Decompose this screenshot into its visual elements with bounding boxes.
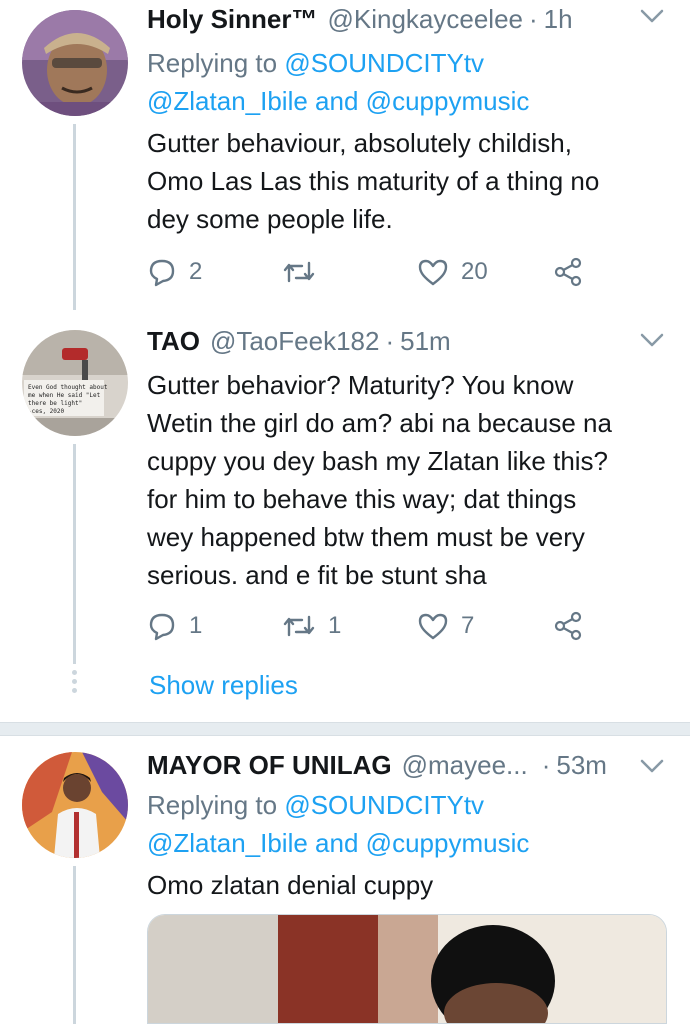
share-button[interactable] xyxy=(552,606,584,646)
chevron-down-icon[interactable] xyxy=(640,332,664,348)
avatar-quote-line-1: Even God thought about xyxy=(28,384,108,391)
thread-separator xyxy=(0,722,690,736)
timestamp[interactable]: 51m xyxy=(400,326,451,357)
share-icon xyxy=(554,257,582,287)
tweet-actions: 1 1 7 xyxy=(147,606,647,646)
thread-line xyxy=(73,444,76,664)
tweet-header: Holy Sinner™ @Kingkayceelee · 1h xyxy=(147,4,630,44)
tweet-2[interactable]: Even God thought about me when He said "… xyxy=(0,310,690,720)
tweet-1[interactable]: Holy Sinner™ @Kingkayceelee · 1h Replyin… xyxy=(0,0,690,310)
tweet-actions: 2 20 xyxy=(147,252,647,292)
mention-zlatan[interactable]: @Zlatan_Ibile xyxy=(147,828,308,858)
display-name[interactable]: Holy Sinner™ xyxy=(147,4,317,35)
retweet-button[interactable] xyxy=(282,252,328,292)
avatar-holy-sinner[interactable] xyxy=(22,10,128,116)
share-icon xyxy=(554,611,582,641)
handle[interactable]: @Kingkayceelee xyxy=(327,4,523,35)
mention-soundcity[interactable]: @SOUNDCITYtv xyxy=(284,790,484,820)
mention-zlatan[interactable]: @Zlatan_Ibile xyxy=(147,86,308,116)
like-button[interactable]: 7 xyxy=(417,606,474,646)
replying-to: Replying to @SOUNDCITYtv @Zlatan_Ibile a… xyxy=(147,44,670,120)
tweet-3[interactable]: MAYOR OF UNILAG @mayee... · 53m Replying… xyxy=(0,736,690,1024)
replying-to-label: Replying to xyxy=(147,48,278,78)
avatar-quote-line-2: me when He said "Let xyxy=(28,392,101,399)
more-replies-dots xyxy=(72,670,77,697)
thread-line xyxy=(73,866,76,1024)
display-name[interactable]: MAYOR OF UNILAG xyxy=(147,750,392,781)
tweet-text: Gutter behavior? Maturity? You know Weti… xyxy=(147,370,612,590)
reply-icon xyxy=(149,613,175,641)
separator-dot: · xyxy=(541,750,551,780)
tweet-header: TAO @TaoFeek182 · 51m xyxy=(147,326,630,366)
avatar-tao[interactable]: Even God thought about me when He said "… xyxy=(22,330,128,436)
separator-dot: · xyxy=(385,326,395,356)
replying-and: and xyxy=(315,86,359,116)
timestamp[interactable]: 1h xyxy=(544,4,573,35)
like-count: 20 xyxy=(461,258,488,285)
show-replies-link[interactable]: Show replies xyxy=(149,670,298,701)
replying-and: and xyxy=(315,828,359,858)
avatar-quote-line-4: -ces, 2020 xyxy=(28,408,65,415)
like-icon xyxy=(418,613,448,640)
mention-cuppy[interactable]: @cuppymusic xyxy=(366,86,530,116)
tweet-text: Omo zlatan denial cuppy xyxy=(147,870,434,900)
replying-to-label: Replying to xyxy=(147,790,278,820)
chevron-down-icon[interactable] xyxy=(640,758,664,774)
tweet-media-image[interactable] xyxy=(147,914,667,1024)
reply-count: 2 xyxy=(189,258,203,285)
retweet-icon xyxy=(283,615,315,637)
handle[interactable]: @TaoFeek182 xyxy=(210,326,380,357)
like-count: 7 xyxy=(461,612,475,639)
reply-button[interactable]: 1 xyxy=(147,606,202,646)
mention-soundcity[interactable]: @SOUNDCITYtv xyxy=(284,48,484,78)
like-button[interactable]: 20 xyxy=(417,252,488,292)
retweet-count: 1 xyxy=(328,612,342,639)
avatar-mayor-of-unilag[interactable] xyxy=(22,752,128,858)
mention-cuppy[interactable]: @cuppymusic xyxy=(366,828,530,858)
retweet-button[interactable]: 1 xyxy=(282,606,341,646)
share-button[interactable] xyxy=(552,252,584,292)
retweet-icon xyxy=(283,261,315,283)
replying-to: Replying to @SOUNDCITYtv @Zlatan_Ibile a… xyxy=(147,786,670,862)
thread-line xyxy=(73,124,76,310)
separator-dot: · xyxy=(529,4,538,34)
reply-count: 1 xyxy=(189,612,203,639)
timestamp[interactable]: 53m xyxy=(556,750,607,781)
chevron-down-icon[interactable] xyxy=(640,8,664,24)
tweet-text: Gutter behaviour, absolutely childish, O… xyxy=(147,128,600,234)
tweet-header: MAYOR OF UNILAG @mayee... · 53m xyxy=(147,750,630,790)
avatar-quote-line-3: there be light" xyxy=(28,400,82,407)
like-icon xyxy=(418,259,448,286)
display-name[interactable]: TAO xyxy=(147,326,200,357)
handle[interactable]: @mayee... xyxy=(402,750,528,781)
reply-button[interactable]: 2 xyxy=(147,252,202,292)
reply-icon xyxy=(149,259,175,287)
